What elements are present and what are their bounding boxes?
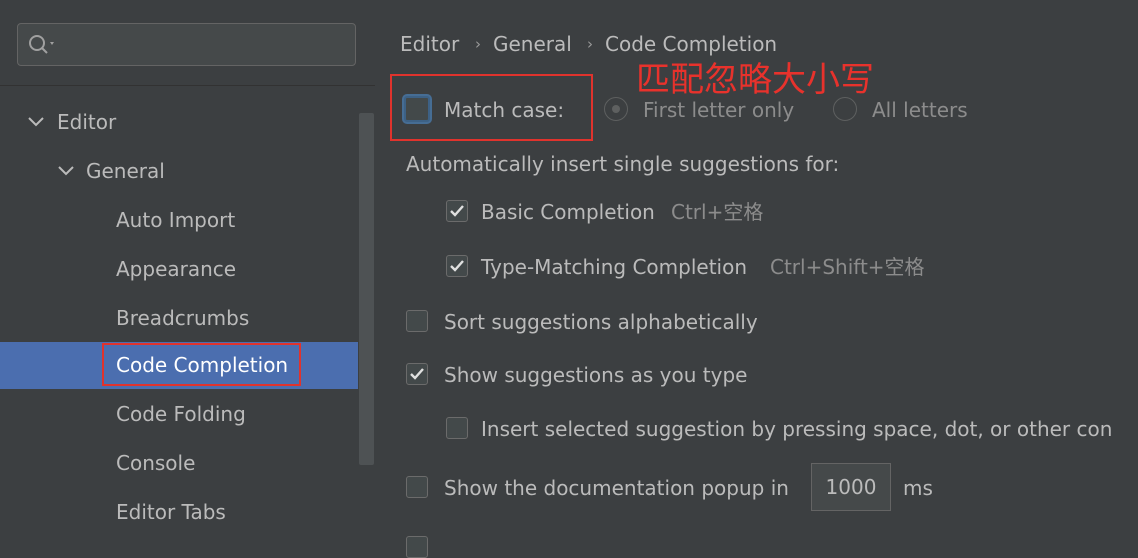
sidebar-item-label: Breadcrumbs (116, 306, 250, 330)
sidebar-item-general[interactable]: General (0, 149, 358, 193)
breadcrumb-item: Code Completion (605, 32, 778, 56)
annotation-highlight-box (102, 343, 301, 386)
sidebar-item-label: Editor (57, 110, 117, 134)
sidebar-item-breadcrumbs[interactable]: Breadcrumbs (0, 296, 358, 340)
all-letters-label: All letters (872, 98, 968, 122)
sidebar-item-editor-tabs[interactable]: Editor Tabs (0, 490, 358, 534)
checkmark-icon (450, 260, 464, 272)
chevron-down-icon[interactable] (26, 100, 46, 144)
insert-selected-checkbox[interactable] (446, 417, 468, 439)
chevron-down-icon[interactable] (56, 149, 76, 193)
sort-alphabetically-label: Sort suggestions alphabetically (444, 310, 758, 334)
basic-completion-checkbox[interactable] (446, 200, 468, 222)
auto-insert-heading: Automatically insert single suggestions … (406, 152, 840, 176)
annotation-highlight-box (390, 74, 593, 141)
next-option-checkbox[interactable] (406, 536, 428, 558)
basic-completion-shortcut: Ctrl+空格 (671, 200, 764, 224)
breadcrumb-item[interactable]: Editor (400, 30, 459, 58)
settings-sidebar: Editor General Auto Import Appearance Br… (0, 0, 375, 542)
checkmark-icon (410, 368, 424, 380)
sort-alphabetically-checkbox[interactable] (406, 310, 428, 332)
sidebar-item-editor[interactable]: Editor (0, 100, 358, 144)
sidebar-item-label: Editor Tabs (116, 500, 226, 524)
sidebar-item-label: Console (116, 451, 196, 475)
breadcrumb-separator-icon: › (587, 35, 593, 53)
sidebar-scrollbar-thumb[interactable] (359, 113, 374, 465)
type-matching-checkbox[interactable] (446, 255, 468, 277)
basic-completion-label: Basic Completion (481, 200, 655, 224)
breadcrumb-item[interactable]: General (493, 30, 572, 58)
sidebar-item-code-folding[interactable]: Code Folding (0, 392, 358, 436)
search-field[interactable] (17, 23, 356, 66)
sidebar-item-label: Auto Import (116, 208, 236, 232)
sidebar-item-label: Appearance (116, 257, 237, 281)
sidebar-item-appearance[interactable]: Appearance (0, 247, 358, 291)
type-matching-shortcut: Ctrl+Shift+空格 (770, 255, 925, 279)
sidebar-item-label: General (86, 159, 165, 183)
search-input[interactable] (62, 30, 346, 60)
sidebar-item-auto-import[interactable]: Auto Import (0, 198, 358, 242)
radio-dot (612, 105, 620, 113)
doc-popup-unit: ms (903, 476, 933, 500)
doc-popup-label: Show the documentation popup in (444, 476, 789, 500)
annotation-text: 匹配忽略大小写 (636, 60, 874, 100)
sidebar-divider (0, 85, 375, 86)
search-icon (29, 35, 54, 54)
checkmark-icon (450, 205, 464, 217)
show-as-you-type-checkbox[interactable] (406, 363, 428, 385)
breadcrumb-separator-icon: › (475, 35, 481, 53)
insert-selected-label: Insert selected suggestion by pressing s… (481, 417, 1113, 441)
sidebar-item-console[interactable]: Console (0, 441, 358, 485)
type-matching-label: Type-Matching Completion (481, 255, 748, 279)
doc-popup-checkbox[interactable] (406, 476, 428, 498)
show-as-you-type-label: Show suggestions as you type (444, 363, 748, 387)
first-letter-only-radio[interactable] (604, 97, 628, 121)
sidebar-item-label: Code Folding (116, 402, 246, 426)
doc-popup-delay-input[interactable]: 1000 (811, 463, 891, 511)
